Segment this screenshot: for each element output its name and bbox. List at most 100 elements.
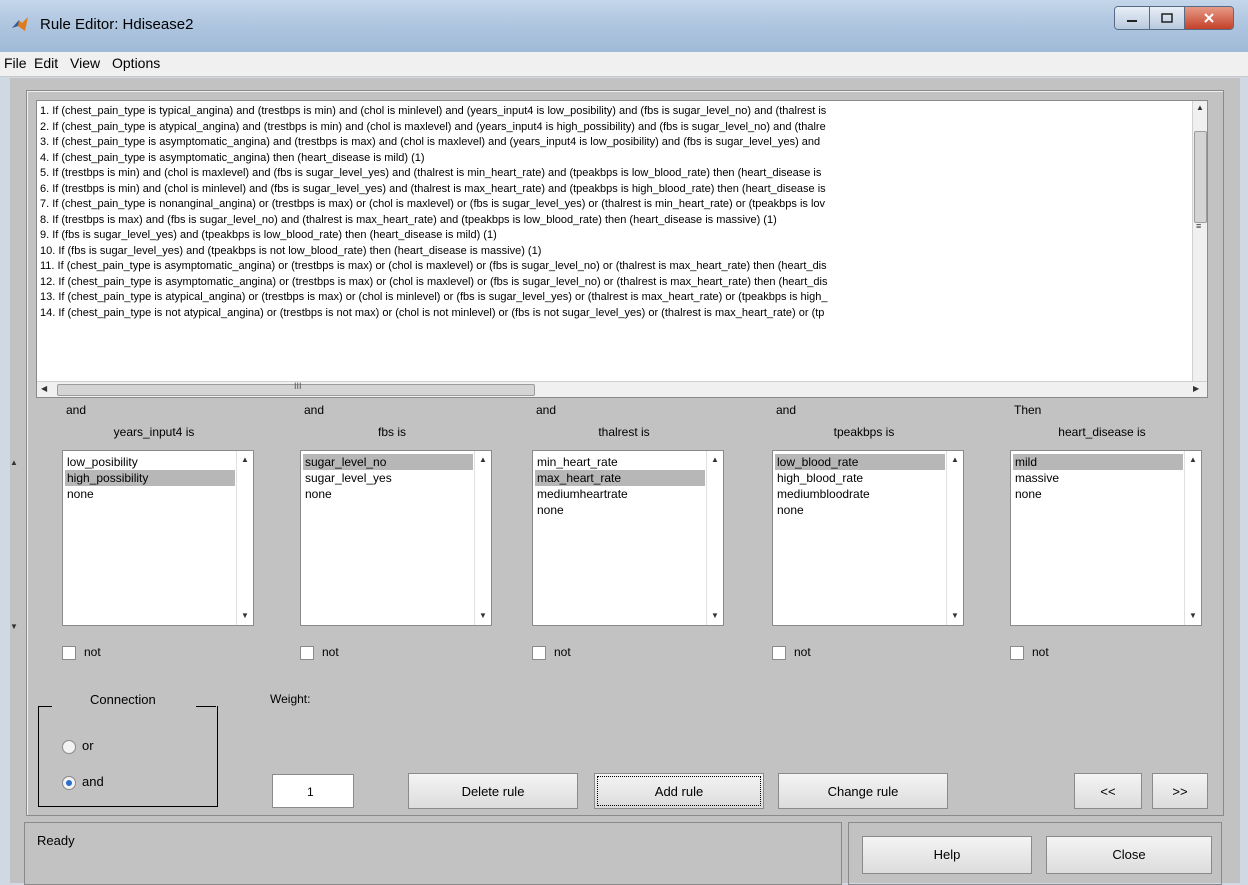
previous-rule-button[interactable]: <<	[1074, 773, 1142, 809]
not-checkbox[interactable]	[62, 646, 76, 660]
list-item[interactable]: mediumbloodrate	[775, 486, 945, 502]
or-radio[interactable]	[62, 740, 76, 754]
rules-horizontal-scrollbar[interactable]: ◀ III ▶	[37, 381, 1207, 397]
membership-listbox[interactable]: low_blood_rate high_blood_rate mediumblood…	[772, 450, 964, 626]
rule-line[interactable]: 8. If (trestbps is max) and (fbs is suga…	[40, 213, 1195, 229]
menu-options[interactable]: Options	[112, 55, 160, 71]
not-checkbox[interactable]	[532, 646, 546, 660]
scroll-down-icon[interactable]: ▼	[10, 622, 18, 631]
membership-listbox[interactable]: min_heart_rate max_heart_rate mediumheartr…	[532, 450, 724, 626]
scroll-up-icon[interactable]: ▲	[241, 455, 249, 464]
rule-line[interactable]: 1. If (chest_pain_type is typical_angina…	[40, 104, 1195, 120]
list-item[interactable]: mild	[1013, 454, 1183, 470]
scroll-up-icon[interactable]: ▲	[1189, 455, 1197, 464]
menu-bar: File Edit View Options	[0, 52, 1248, 77]
rules-vertical-scrollbar[interactable]: ▲ ≡	[1192, 101, 1207, 381]
scroll-down-icon[interactable]: ▼	[711, 611, 719, 620]
list-item[interactable]: none	[535, 502, 705, 518]
listbox-scrollbar[interactable]: ▲ ▼	[1184, 451, 1201, 625]
or-label: or	[82, 738, 94, 753]
list-item[interactable]: low_posibility	[65, 454, 235, 470]
scroll-left-icon[interactable]: ◀	[41, 384, 47, 393]
minimize-button[interactable]	[1115, 7, 1150, 29]
rule-line[interactable]: 14. If (chest_pain_type is not atypical_…	[40, 306, 1195, 322]
list-item[interactable]: none	[65, 486, 235, 502]
listbox-scrollbar[interactable]: ▲ ▼	[474, 451, 491, 625]
maximize-button[interactable]	[1150, 7, 1185, 29]
rule-line[interactable]: 6. If (trestbps is min) and (chol is min…	[40, 182, 1195, 198]
list-item[interactable]: high_blood_rate	[775, 470, 945, 486]
list-item[interactable]: sugar_level_no	[303, 454, 473, 470]
menu-edit[interactable]: Edit	[34, 55, 58, 71]
rule-line[interactable]: 13. If (chest_pain_type is atypical_angi…	[40, 290, 1195, 306]
rule-line[interactable]: 10. If (fbs is sugar_level_yes) and (tpe…	[40, 244, 1195, 260]
list-item[interactable]: none	[775, 502, 945, 518]
rule-line[interactable]: 5. If (trestbps is min) and (chol is max…	[40, 166, 1195, 182]
listbox-scrollbar[interactable]: ▲ ▼	[946, 451, 963, 625]
left-scrollbar-fragment[interactable]: ▲ ▼	[10, 458, 20, 634]
window-controls	[1114, 6, 1234, 30]
rule-line[interactable]: 9. If (fbs is sugar_level_yes) and (tpea…	[40, 228, 1195, 244]
membership-listbox[interactable]: sugar_level_no sugar_level_yes none ▲ ▼	[300, 450, 492, 626]
connection-title: Connection	[90, 692, 156, 707]
list-item[interactable]: min_heart_rate	[535, 454, 705, 470]
grip-icon: ≡	[1196, 221, 1202, 231]
delete-rule-button[interactable]: Delete rule	[408, 773, 578, 809]
list-item[interactable]: low_blood_rate	[775, 454, 945, 470]
close-window-button[interactable]	[1185, 7, 1233, 29]
hscroll-thumb[interactable]: III	[57, 381, 535, 396]
variable-label: fbs is	[377, 425, 406, 439]
not-checkbox[interactable]	[300, 646, 314, 660]
variable-label: heart_disease is	[1058, 425, 1146, 439]
scroll-thumb[interactable]	[1194, 131, 1207, 223]
list-item[interactable]: mediumheartrate	[535, 486, 705, 502]
list-item[interactable]: sugar_level_yes	[303, 470, 473, 486]
list-item[interactable]: high_possibility	[65, 470, 235, 486]
rule-line[interactable]: 7. If (chest_pain_type is nonanginal_ang…	[40, 197, 1195, 213]
rule-line[interactable]: 4. If (chest_pain_type is asymptomatic_a…	[40, 151, 1195, 167]
connection-group	[38, 706, 218, 807]
scroll-up-icon[interactable]: ▲	[479, 455, 487, 464]
scroll-up-icon[interactable]: ▲	[10, 458, 18, 467]
matlab-icon	[12, 17, 28, 31]
menu-view[interactable]: View	[70, 55, 100, 71]
connector-label: and	[66, 403, 87, 417]
weight-input[interactable]: 1	[272, 774, 354, 808]
help-button[interactable]: Help	[862, 836, 1032, 874]
rule-line[interactable]: 12. If (chest_pain_type is asymptomatic_…	[40, 275, 1195, 291]
listbox-scrollbar[interactable]: ▲ ▼	[236, 451, 253, 625]
and-radio[interactable]	[62, 776, 76, 790]
rule-line[interactable]: 3. If (chest_pain_type is asymptomatic_a…	[40, 135, 1195, 151]
scroll-down-icon[interactable]: ▼	[241, 611, 249, 620]
list-item[interactable]: none	[303, 486, 473, 502]
rule-line[interactable]: 11. If (chest_pain_type is asymptomatic_…	[40, 259, 1195, 275]
membership-listbox[interactable]: mild massive none ▲ ▼	[1010, 450, 1202, 626]
scroll-up-icon[interactable]: ▲	[711, 455, 719, 464]
scroll-down-icon[interactable]: ▼	[1189, 611, 1197, 620]
rules-list[interactable]: 1. If (chest_pain_type is typical_angina…	[36, 100, 1208, 398]
add-rule-button[interactable]: Add rule	[594, 773, 764, 809]
list-item[interactable]: none	[1013, 486, 1183, 502]
scroll-up-icon[interactable]: ▲	[951, 455, 959, 464]
not-checkbox[interactable]	[1010, 646, 1024, 660]
connector-label: and	[304, 403, 325, 417]
rule-line[interactable]: 2. If (chest_pain_type is atypical_angin…	[40, 120, 1195, 136]
variable-label: years_input4 is	[113, 425, 195, 439]
scroll-down-icon[interactable]: ▼	[479, 611, 487, 620]
scroll-up-icon[interactable]: ▲	[1196, 103, 1204, 112]
connector-label: and	[536, 403, 557, 417]
list-item[interactable]: massive	[1013, 470, 1183, 486]
hgrip-icon: III	[294, 381, 302, 391]
title-bar: Rule Editor: Hdisease2	[0, 0, 1248, 52]
listbox-scrollbar[interactable]: ▲ ▼	[706, 451, 723, 625]
scroll-right-icon[interactable]: ▶	[1193, 384, 1199, 393]
close-button[interactable]: Close	[1046, 836, 1212, 874]
scroll-down-icon[interactable]: ▼	[951, 611, 959, 620]
list-item[interactable]: max_heart_rate	[535, 470, 705, 486]
change-rule-button[interactable]: Change rule	[778, 773, 948, 809]
next-rule-button[interactable]: >>	[1152, 773, 1208, 809]
menu-file[interactable]: File	[4, 55, 27, 71]
not-checkbox[interactable]	[772, 646, 786, 660]
membership-listbox[interactable]: low_posibility high_possibility none ▲ ▼	[62, 450, 254, 626]
rules-text: 1. If (chest_pain_type is typical_angina…	[40, 104, 1195, 380]
